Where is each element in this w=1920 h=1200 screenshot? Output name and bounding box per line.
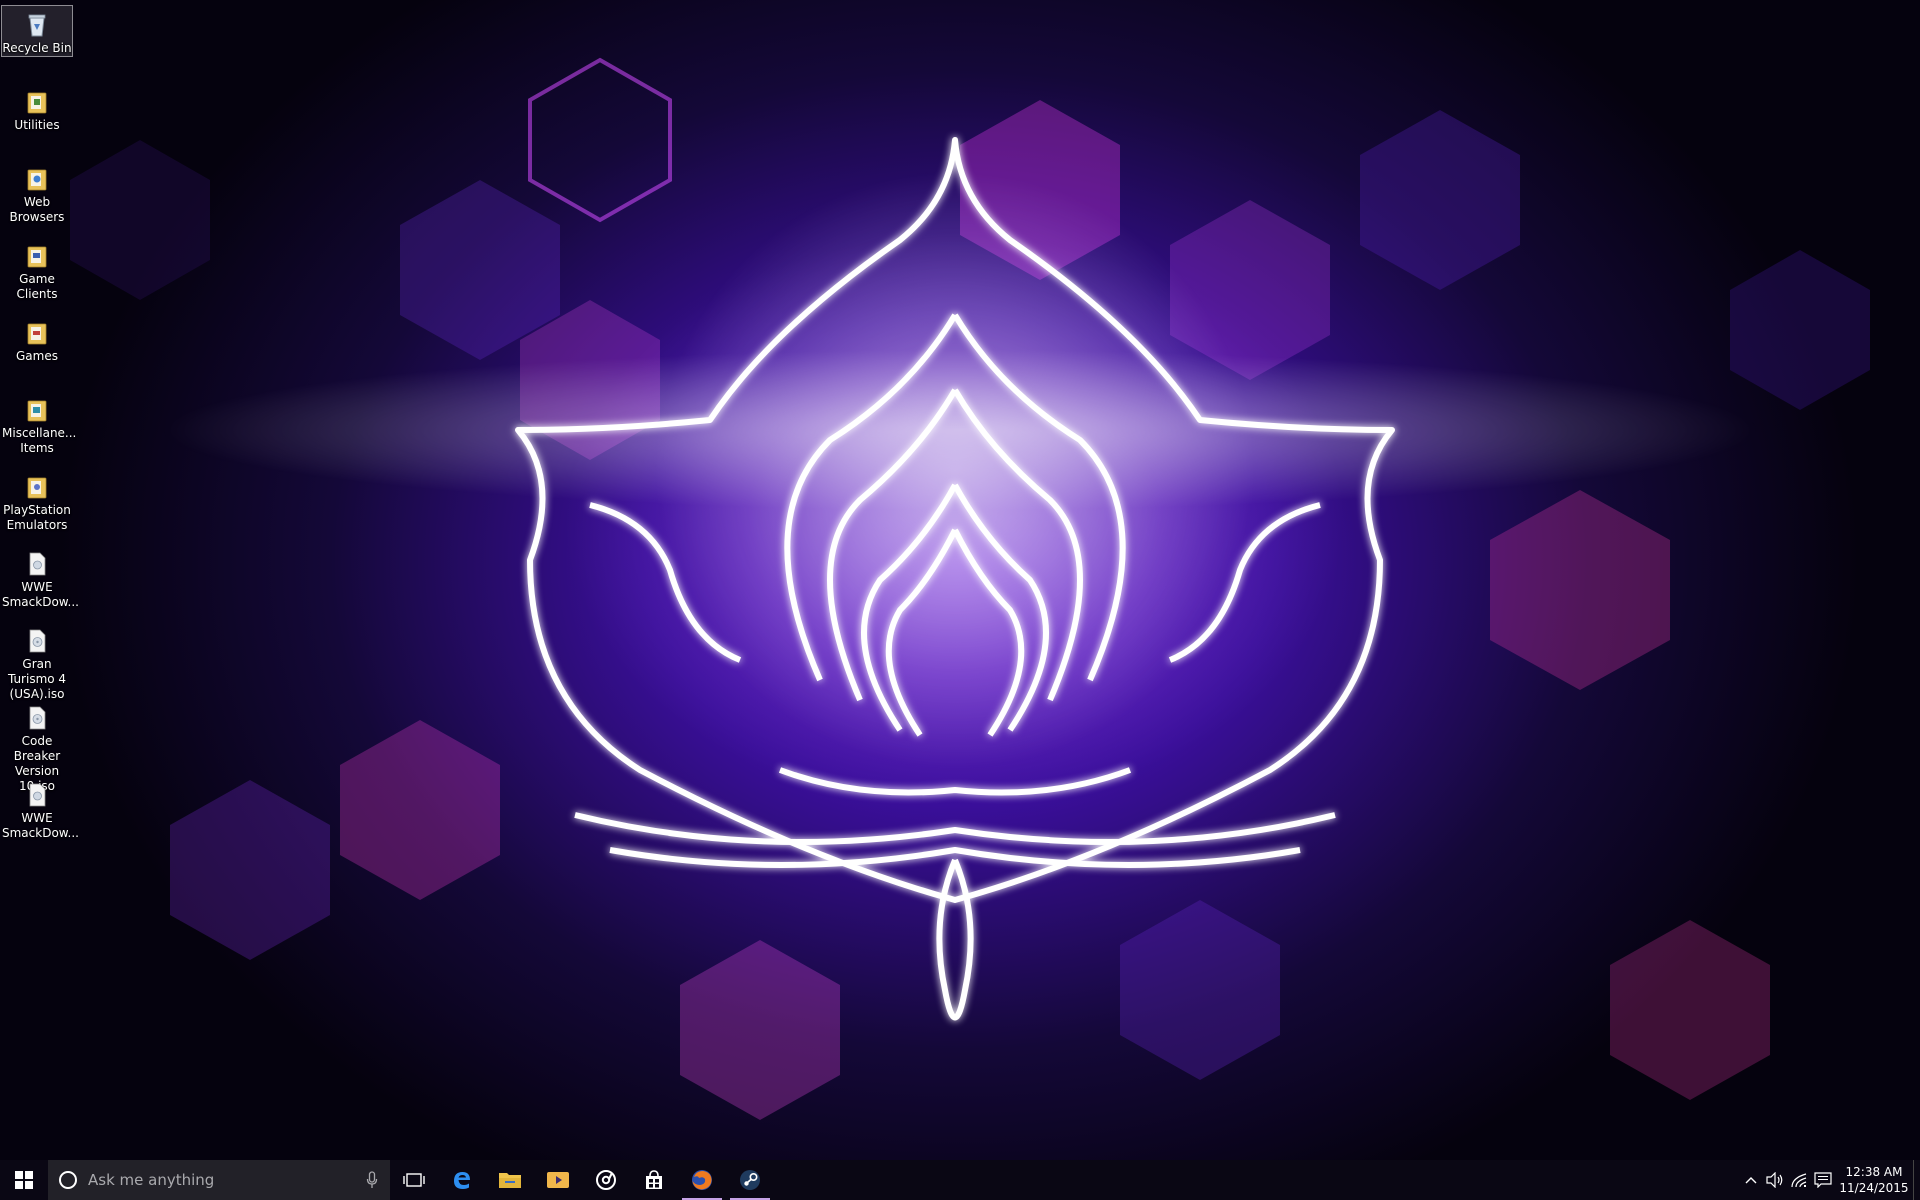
microphone-icon[interactable]	[366, 1171, 378, 1189]
folder-icon	[27, 169, 47, 191]
desktop-icon-label: Games	[16, 349, 58, 363]
taskbar-groove-button[interactable]	[582, 1160, 630, 1200]
cortana-circle-icon	[59, 1171, 77, 1189]
network-button[interactable]	[1787, 1160, 1811, 1200]
taskbar-steam-button[interactable]	[726, 1160, 774, 1200]
disc-image-icon	[29, 706, 46, 730]
desktop-icon-gran-turismo-4-iso[interactable]: Gran Turismo 4 (USA).iso	[2, 622, 72, 702]
speaker-icon	[1766, 1172, 1783, 1188]
recycle-bin-icon	[28, 14, 46, 37]
desktop-icon-label: PlayStation Emulators	[3, 503, 71, 532]
taskbar: Ask me anything 12:38 AM 11/24/2015	[0, 1160, 1920, 1200]
taskbar-file-explorer-button[interactable]	[486, 1160, 534, 1200]
folder-icon	[499, 1173, 521, 1188]
clock-date: 11/24/2015	[1839, 1181, 1909, 1195]
desktop-icon-utilities[interactable]: Utilities	[2, 83, 72, 133]
taskbar-edge-button[interactable]	[438, 1160, 486, 1200]
show-desktop-button[interactable]	[1913, 1160, 1920, 1200]
store-icon	[646, 1170, 662, 1189]
wallpaper-lotus-image	[70, 57, 1870, 1120]
show-hidden-icons-button[interactable]	[1739, 1160, 1763, 1200]
task-view-icon	[403, 1173, 425, 1187]
notification-icon	[1814, 1172, 1832, 1188]
folder-icon	[27, 477, 47, 499]
desktop-icon-games[interactable]: Games	[2, 314, 72, 364]
firefox-icon	[692, 1170, 712, 1190]
folder-icon	[27, 246, 47, 268]
start-button[interactable]	[0, 1160, 48, 1200]
taskbar-store-button[interactable]	[630, 1160, 678, 1200]
steam-icon	[740, 1170, 760, 1190]
taskbar-firefox-button[interactable]	[678, 1160, 726, 1200]
search-placeholder: Ask me anything	[88, 1171, 215, 1189]
desktop-icon-playstation-emulators[interactable]: PlayStation Emulators	[2, 468, 72, 533]
system-tray: 12:38 AM 11/24/2015	[1739, 1160, 1920, 1200]
action-center-button[interactable]	[1811, 1160, 1835, 1200]
desktop-icon-label: Miscellane... Items	[2, 426, 77, 455]
file-icon	[29, 783, 46, 807]
desktop-icon-wwe-smackdown-2[interactable]: WWE SmackDow...	[2, 776, 79, 841]
disc-icon	[596, 1170, 616, 1190]
desktop-icon-game-clients[interactable]: Game Clients	[2, 237, 72, 302]
desktop-icon-label: Utilities	[14, 118, 60, 132]
desktop-icon-label: Recycle Bin	[2, 41, 72, 55]
folder-icon	[27, 323, 47, 345]
desktop-icon-miscellaneous-items[interactable]: Miscellane... Items	[2, 391, 77, 456]
cortana-search-box[interactable]: Ask me anything	[48, 1160, 390, 1200]
edge-icon	[454, 1172, 470, 1189]
windows-logo-icon	[15, 1171, 33, 1189]
desktop-icon-label: Gran Turismo 4 (USA).iso	[7, 657, 67, 701]
taskbar-media-player-button[interactable]	[534, 1160, 582, 1200]
folder-icon	[27, 400, 47, 422]
file-icon	[29, 552, 46, 576]
chevron-up-icon	[1745, 1177, 1757, 1184]
volume-button[interactable]	[1763, 1160, 1787, 1200]
desktop-icon-label: Web Browsers	[9, 195, 65, 224]
wifi-icon	[1791, 1173, 1807, 1188]
desktop-icon-web-browsers[interactable]: Web Browsers	[2, 160, 72, 225]
desktop-icon-label: WWE SmackDow...	[2, 580, 79, 609]
taskbar-clock[interactable]: 12:38 AM 11/24/2015	[1835, 1164, 1913, 1196]
desktop-icon-wwe-smackdown-1[interactable]: WWE SmackDow...	[2, 545, 79, 610]
desktop-icon-label: Game Clients	[16, 272, 58, 301]
desktop[interactable]: Recycle Bin Utilities Web Browsers Game …	[0, 0, 1920, 1160]
folder-icon	[27, 92, 47, 114]
disc-image-icon	[29, 629, 46, 653]
task-view-button[interactable]	[390, 1160, 438, 1200]
media-player-icon	[547, 1172, 569, 1188]
clock-time: 12:38 AM	[1845, 1165, 1903, 1179]
desktop-icon-label: WWE SmackDow...	[2, 811, 79, 840]
desktop-icon-recycle-bin[interactable]: Recycle Bin	[1, 5, 73, 57]
